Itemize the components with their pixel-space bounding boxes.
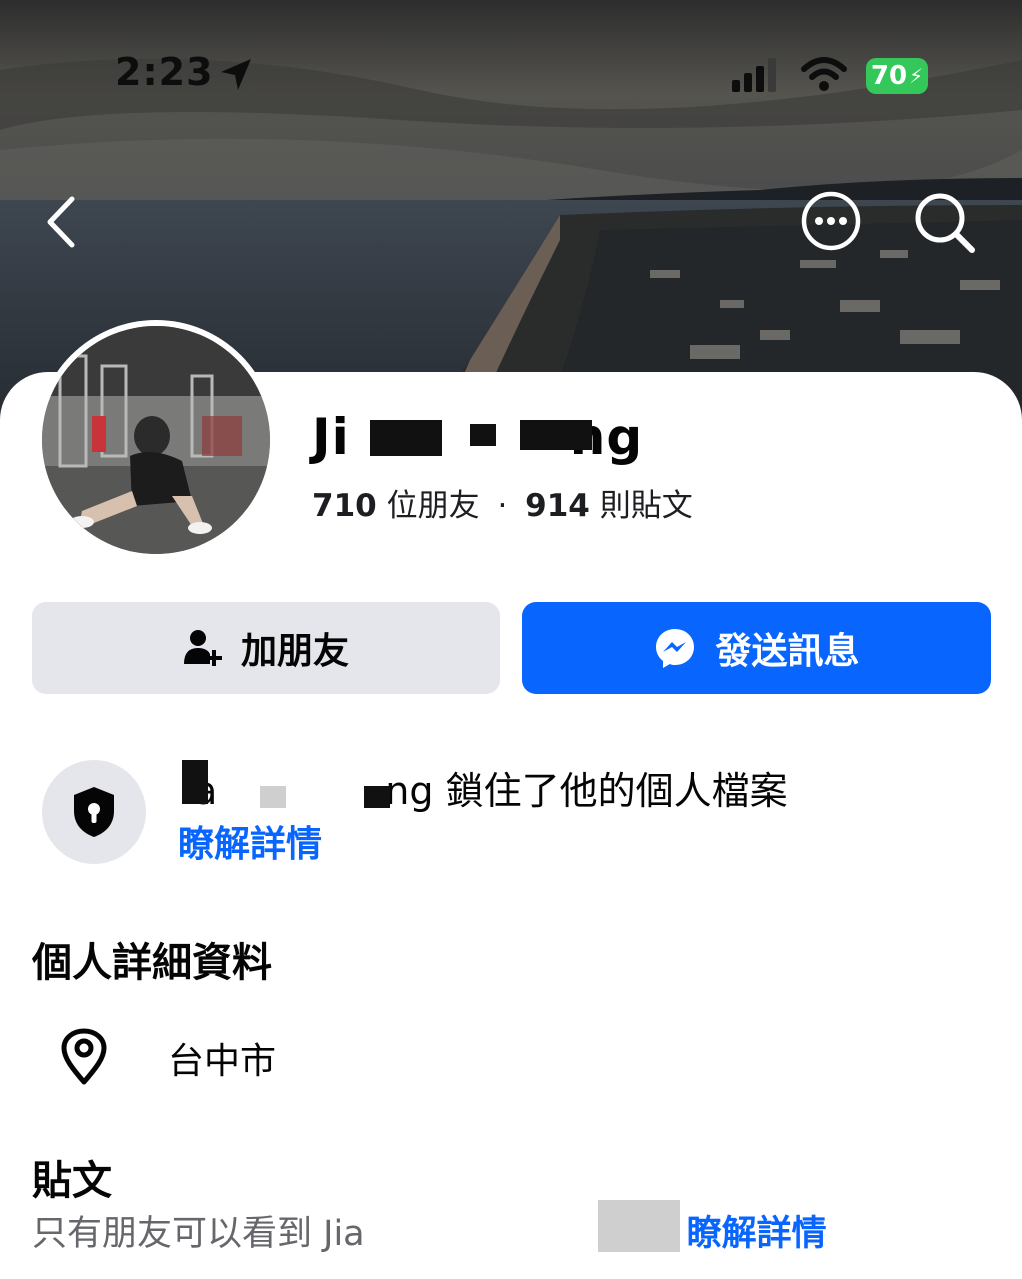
shield-lock-icon	[74, 787, 114, 837]
redaction-block	[470, 424, 496, 446]
cellular-signal-icon	[732, 58, 776, 92]
avatar-photo	[42, 326, 270, 554]
profile-stats: 710 位朋友 · 914 則貼文	[312, 480, 693, 525]
friends-label: 位朋友	[386, 488, 480, 524]
location-text: 台中市	[168, 1041, 277, 1082]
more-options-icon[interactable]	[800, 190, 862, 252]
locked-text-suffix: ng 鎖住了他的個人檔案	[385, 769, 788, 813]
redaction-block	[260, 786, 286, 808]
posts-learn-more-link[interactable]: 瞭解詳情	[687, 1214, 827, 1254]
add-friend-button[interactable]: 加朋友	[32, 602, 500, 694]
send-message-button[interactable]: 發送訊息	[522, 602, 991, 694]
redaction-block	[370, 420, 442, 456]
friends-count: 710	[312, 488, 377, 524]
location-row	[58, 1028, 110, 1086]
location-pin-icon	[61, 1028, 107, 1085]
redaction-block	[182, 760, 208, 804]
redaction-block	[520, 420, 592, 450]
add-friend-label: 加朋友	[240, 631, 349, 672]
charging-bolt-icon: ⚡	[909, 64, 924, 88]
posts-privacy-note: 只有朋友可以看到 Jia文。瞭解詳情	[32, 1205, 827, 1256]
messenger-icon	[656, 629, 695, 668]
wifi-icon	[801, 57, 847, 91]
add-friend-icon	[183, 630, 222, 666]
details-section-title: 個人詳細資料	[32, 940, 272, 986]
redaction-block	[598, 1200, 680, 1252]
battery-indicator: 70 ⚡	[866, 58, 928, 94]
avatar-ring	[36, 320, 276, 560]
battery-level: 70	[870, 61, 908, 91]
status-time: 2:23	[115, 50, 214, 94]
redaction-block	[364, 786, 390, 808]
posts-label: 則貼文	[599, 488, 693, 524]
posts-count: 914	[525, 488, 590, 524]
back-chevron-icon[interactable]	[40, 195, 84, 249]
location-arrow-icon	[221, 59, 251, 90]
lock-badge	[42, 760, 146, 864]
posts-note-prefix: 只有朋友可以看到 Jia	[32, 1214, 365, 1254]
profile-name-start: Ji	[312, 408, 350, 466]
learn-more-link[interactable]: 瞭解詳情	[178, 815, 322, 867]
avatar[interactable]	[42, 326, 270, 554]
search-icon[interactable]	[912, 190, 978, 256]
stats-separator: ·	[497, 488, 508, 524]
posts-section-title: 貼文	[32, 1158, 112, 1204]
send-message-label: 發送訊息	[715, 631, 860, 672]
